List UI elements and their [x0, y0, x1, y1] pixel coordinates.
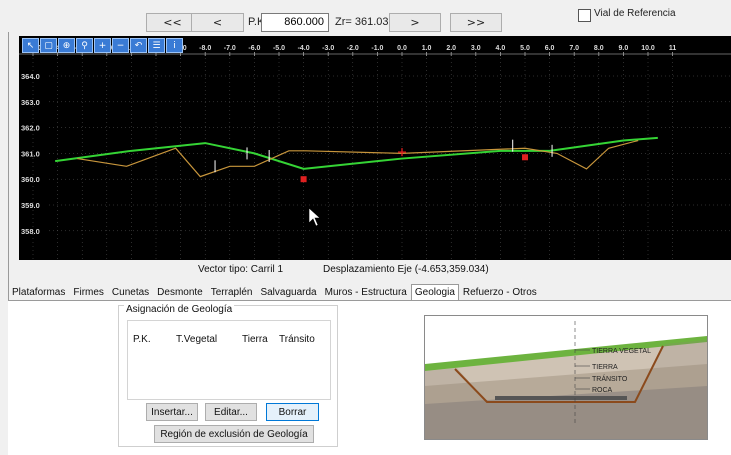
vial-referencia-label: Vial de Referencia [594, 8, 676, 19]
pointer-icon[interactable]: ↖ [22, 38, 39, 53]
y-tick-label: 361.0 [21, 149, 40, 158]
desplazamiento-status: Desplazamiento Eje (-4.653,359.034) [323, 264, 489, 275]
label-roca: ROCA [592, 387, 613, 394]
zoom-icon[interactable]: ⊕ [58, 38, 75, 53]
x-tick-label: -1.0 [371, 45, 383, 52]
zoom-window-icon[interactable]: ▢ [40, 38, 57, 53]
zoom-out-icon[interactable]: − [112, 38, 129, 53]
exclusion-region-button[interactable]: Región de exclusión de Geología [154, 425, 314, 443]
zoom-previous-icon[interactable]: ↶ [130, 38, 147, 53]
previous-station-button[interactable]: < [191, 13, 244, 32]
tab-terraplen[interactable]: Terraplén [207, 284, 257, 300]
view-toolbar: ↖ ▢ ⊕ ⚲ + − ↶ ☰ i [22, 38, 183, 53]
x-tick-label: 4.0 [496, 45, 506, 52]
x-tick-label: -4.0 [298, 45, 310, 52]
geology-diagram: TIERRA VEGETAL TIERRA TRÁNSITO ROCA [424, 315, 708, 440]
x-tick-label: 1.0 [422, 45, 432, 52]
x-tick-label: 7.0 [569, 45, 579, 52]
zoom-all-icon[interactable]: ⚲ [76, 38, 93, 53]
x-tick-label: -2.0 [347, 45, 359, 52]
tab-muros-estructura[interactable]: Muros - Estructura [321, 284, 411, 300]
y-tick-label: 362.0 [21, 124, 40, 133]
tab-desmonte[interactable]: Desmonte [153, 284, 207, 300]
x-tick-label: 3.0 [471, 45, 481, 52]
label-transito: TRÁNSITO [592, 374, 628, 383]
low-point-marker [300, 176, 307, 183]
x-tick-label: 6.0 [545, 45, 555, 52]
tab-refuerzo-otros[interactable]: Refuerzo - Otros [459, 284, 541, 300]
x-tick-label: -7.0 [224, 45, 236, 52]
pk-input[interactable]: 860.000 [261, 13, 329, 32]
x-tick-label: -3.0 [322, 45, 334, 52]
tab-bar: Plataformas Firmes Cunetas Desmonte Terr… [8, 284, 541, 300]
x-tick-label: 5.0 [520, 45, 530, 52]
vial-referencia-checkbox[interactable] [578, 9, 591, 22]
y-tick-label: 358.0 [21, 227, 40, 236]
y-tick-label: 363.0 [21, 98, 40, 107]
label-tierra: TIERRA [592, 364, 618, 371]
zoom-in-icon[interactable]: + [94, 38, 111, 53]
insert-button[interactable]: Insertar... [146, 403, 198, 421]
x-tick-label: 10.0 [641, 45, 655, 52]
column-header-tierra[interactable]: Tierra [242, 334, 268, 345]
tab-geologia[interactable]: Geologia [410, 284, 459, 300]
layers-icon[interactable]: ☰ [148, 38, 165, 53]
tab-cunetas[interactable]: Cunetas [108, 284, 153, 300]
mouse-cursor-icon [308, 207, 321, 227]
cross-section-plot: -15.0-14.0-13.0-12.0-11.0-10.0-9.0-8.0-7… [19, 45, 731, 260]
x-tick-label: -5.0 [273, 45, 285, 52]
label-tierra-vegetal: TIERRA VEGETAL [592, 348, 651, 355]
x-tick-label: 2.0 [446, 45, 456, 52]
last-station-button[interactable]: >> [450, 13, 502, 32]
tab-firmes[interactable]: Firmes [69, 284, 108, 300]
y-tick-label: 359.0 [21, 201, 40, 210]
top-navigation-bar: << < P.K. 860.000 Zr= 361.039 > >> Vial … [0, 0, 731, 454]
column-header-pk[interactable]: P.K. [133, 334, 151, 345]
pavement [495, 396, 627, 400]
edit-button[interactable]: Editar... [205, 403, 257, 421]
tab-plataformas[interactable]: Plataformas [8, 284, 69, 300]
cross-section-canvas[interactable]: -15.0-14.0-13.0-12.0-11.0-10.0-9.0-8.0-7… [19, 36, 731, 260]
x-tick-label: -6.0 [248, 45, 260, 52]
geology-section-svg: TIERRA VEGETAL TIERRA TRÁNSITO ROCA [425, 316, 707, 439]
delete-button[interactable]: Borrar [266, 403, 319, 421]
info-icon[interactable]: i [166, 38, 183, 53]
y-tick-label: 364.0 [21, 72, 40, 81]
x-tick-label: 11 [669, 45, 677, 52]
column-header-transito[interactable]: Tránsito [279, 334, 315, 345]
x-tick-label: 9.0 [619, 45, 629, 52]
cross-section-line [77, 139, 639, 178]
next-station-button[interactable]: > [389, 13, 441, 32]
column-header-tvegetal[interactable]: T.Vegetal [176, 334, 217, 345]
vector-tipo-status: Vector tipo: Carril 1 [198, 264, 284, 275]
x-tick-label: -8.0 [199, 45, 211, 52]
zr-readout: Zr= 361.039 [335, 16, 395, 28]
tab-salvaguarda[interactable]: Salvaguarda [256, 284, 320, 300]
x-tick-label: 8.0 [594, 45, 604, 52]
y-tick-label: 360.0 [21, 175, 40, 184]
x-tick-label: 0.0 [397, 45, 407, 52]
geologia-table[interactable] [127, 320, 331, 400]
geologia-group-title: Asignación de Geología [124, 304, 235, 315]
right-point-marker [522, 154, 528, 161]
